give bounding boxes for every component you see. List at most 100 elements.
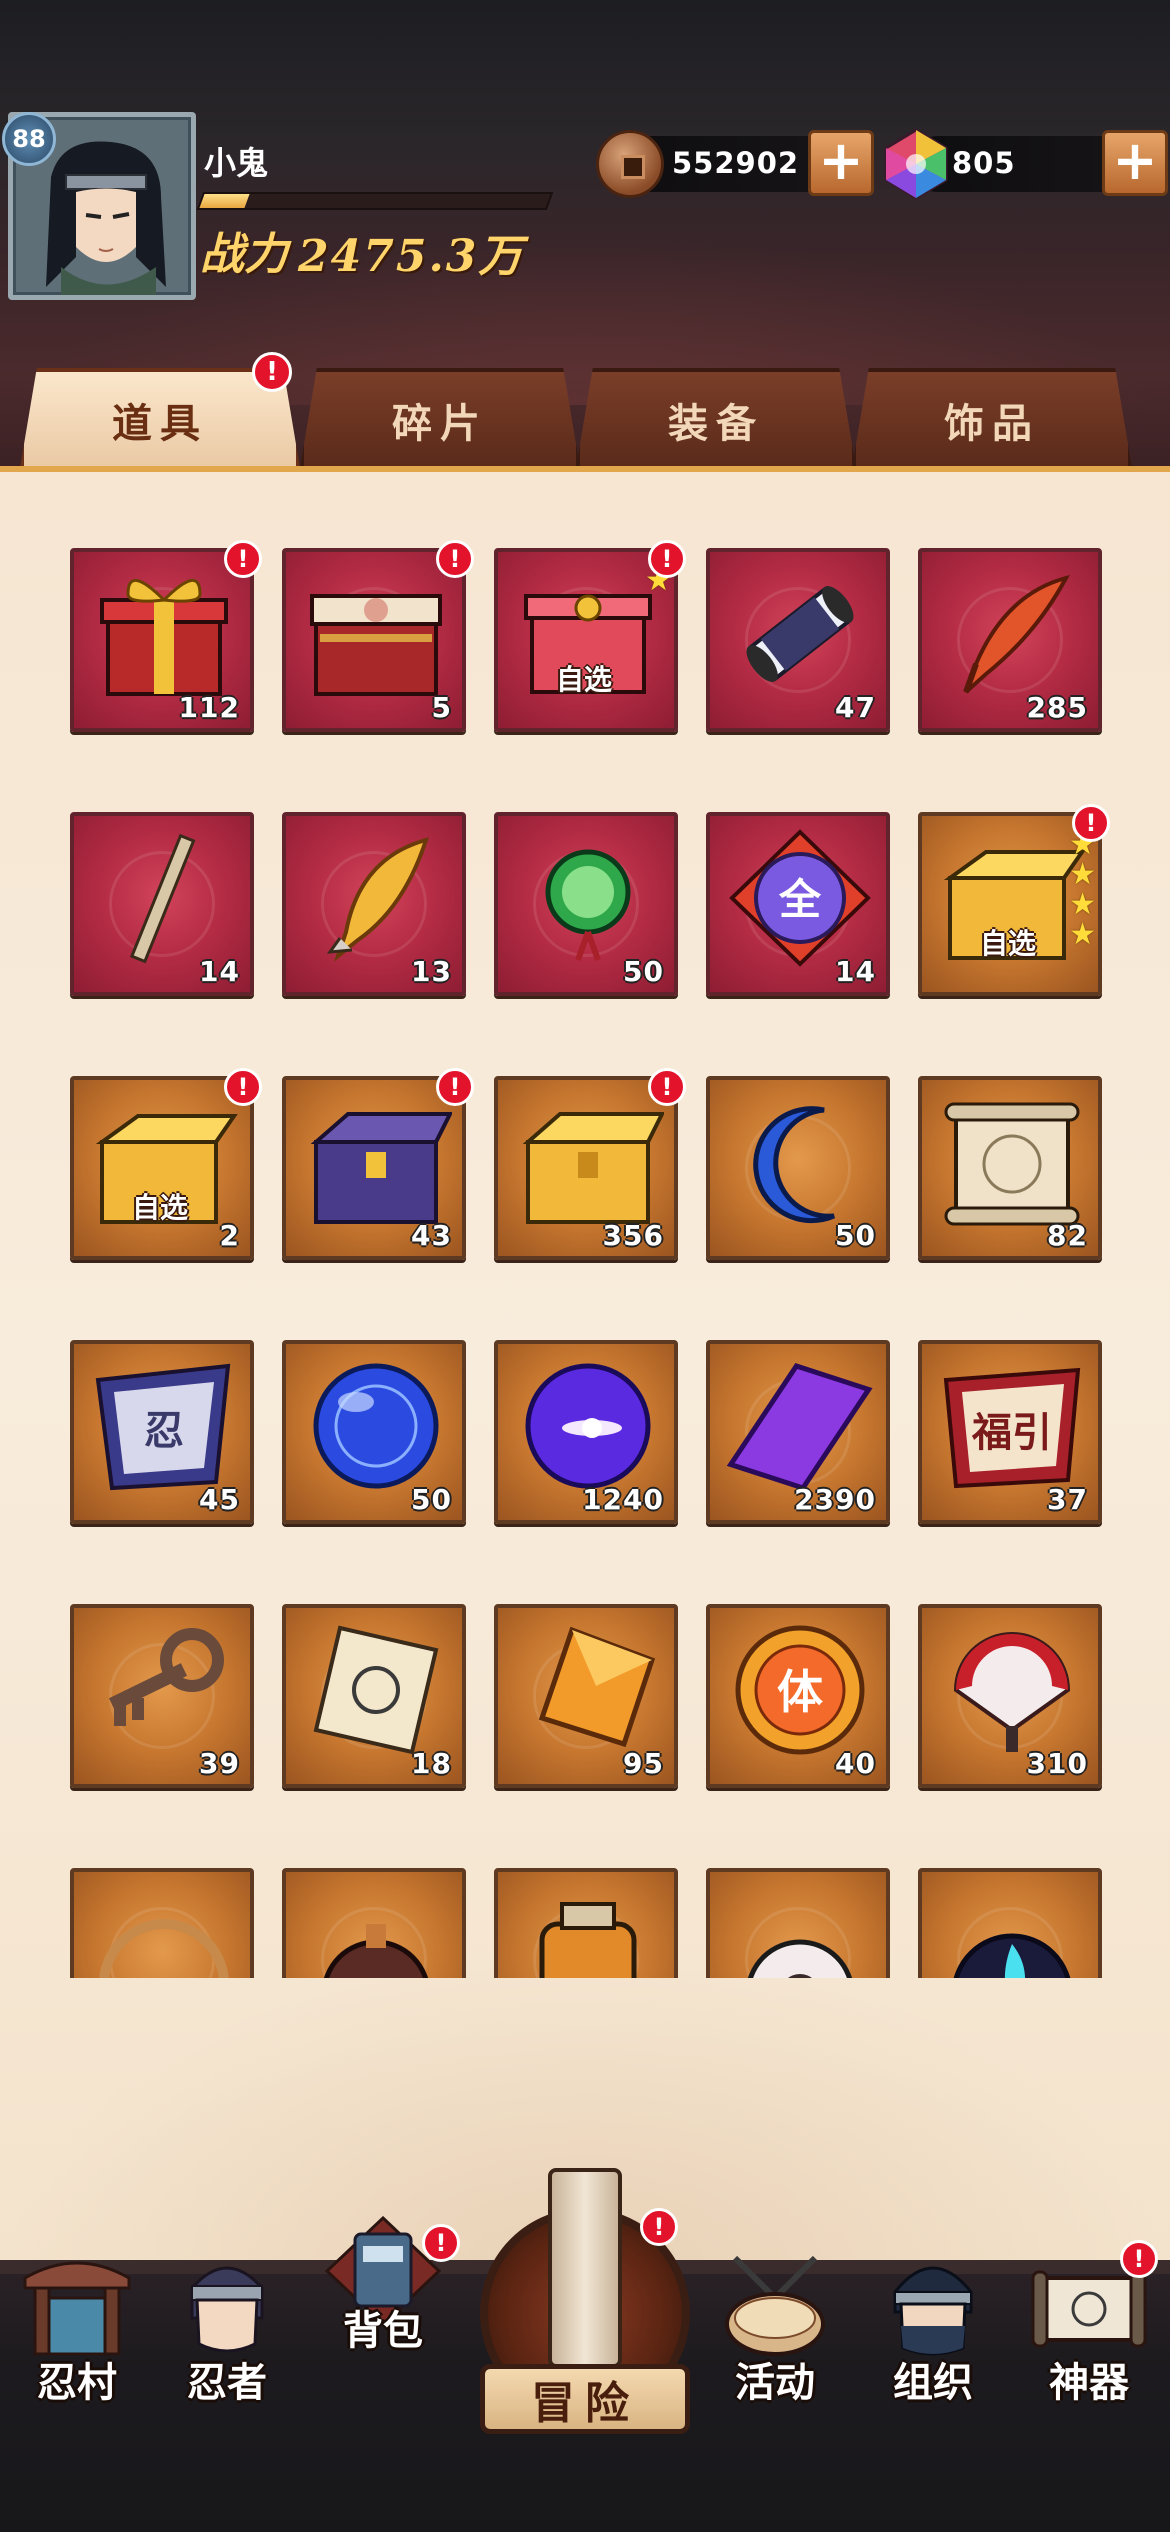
gold-chest-icon <box>522 1112 664 1224</box>
nav-label: 冒险 <box>480 2364 690 2434</box>
selectable-label: 自选 <box>980 927 1037 960</box>
blue-flame-orb-icon <box>953 1933 1071 1978</box>
nav-activity[interactable]: 活动 <box>700 2248 850 2408</box>
drum-icon <box>725 2255 825 2356</box>
inventory-item[interactable] <box>706 1868 890 1978</box>
red-feather-icon <box>963 574 1070 694</box>
tab-fragments[interactable]: 碎片 <box>300 368 580 468</box>
rope-icon <box>99 1919 229 1978</box>
item-alert-badge: ! <box>648 1068 686 1106</box>
inventory-item[interactable]: 285 <box>918 548 1102 732</box>
item-count: 47 <box>835 691 876 724</box>
copper-coin-icon <box>596 130 664 198</box>
inventory-item[interactable] <box>282 1868 466 1978</box>
item-alert-badge: ! <box>436 1068 474 1106</box>
adventure-scroll-icon <box>548 2168 622 2368</box>
inventory-item[interactable]: 39 <box>70 1604 254 1788</box>
add-coins-button[interactable]: + <box>808 130 874 196</box>
inventory-item[interactable] <box>494 1868 678 1978</box>
seal-paper-icon <box>313 1625 439 1755</box>
inventory-item[interactable]: 112! <box>70 540 262 732</box>
inventory-grid: 112! 5! 自选 ★! 47 285 14 13 50 全 14 自选 ★ ★ ★ ★! 自选 2! 43! 35… <box>0 466 1170 1978</box>
ninja-portrait-icon <box>46 141 166 295</box>
item-count: 13 <box>411 955 452 988</box>
item-alert-badge: ! <box>436 540 474 578</box>
item-count: 40 <box>835 1747 876 1780</box>
inventory-item[interactable]: 忍 45 <box>70 1340 254 1524</box>
inventory-item[interactable]: 自选 2! <box>70 1068 262 1260</box>
rainbow-gem-icon <box>884 128 948 200</box>
purple-chest-icon <box>310 1112 452 1224</box>
nav-artifact-alert-badge: ! <box>1120 2240 1158 2278</box>
svg-text:全: 全 <box>778 875 822 924</box>
all-orb-icon: 全 <box>729 829 871 967</box>
item-count: 82 <box>1047 1219 1088 1252</box>
inventory-item[interactable]: 2390 <box>706 1340 890 1524</box>
inventory-item[interactable]: 福引 37 <box>918 1340 1102 1524</box>
war-fan-icon <box>953 1632 1071 1752</box>
inventory-item[interactable]: 43! <box>282 1068 474 1260</box>
star-icon: ★ <box>1069 887 1096 922</box>
item-count: 45 <box>199 1483 240 1516</box>
item-alert-badge: ! <box>1072 804 1110 842</box>
stamina-medal-icon: 体 <box>735 1625 865 1755</box>
gem-amount: 805 <box>952 146 1016 180</box>
inventory-item[interactable] <box>70 1868 254 1978</box>
power-value: 2475.3万 <box>298 231 525 282</box>
inventory-item[interactable]: 18 <box>282 1604 466 1788</box>
inventory-item[interactable]: 1240 <box>494 1340 678 1524</box>
purple-crystal-icon <box>726 1362 873 1491</box>
tab-accessories[interactable]: 饰品 <box>852 368 1132 468</box>
tab-label: 道具 <box>112 400 208 447</box>
power-label: 战力 <box>200 229 288 280</box>
item-count: 95 <box>623 1747 664 1780</box>
inventory-item[interactable]: 5! <box>282 540 474 732</box>
star-icon: ★ <box>1069 917 1096 952</box>
inventory-item[interactable]: 50 <box>706 1076 890 1260</box>
inventory-item[interactable] <box>918 1868 1102 1978</box>
inventory-item[interactable]: 全 14 <box>706 812 890 996</box>
star-icon: ★ <box>1069 857 1096 892</box>
inventory-item[interactable]: 自选 ★ ★ ★ ★! <box>918 804 1110 996</box>
purple-banner-icon: 忍 <box>95 1363 231 1491</box>
item-count: 14 <box>199 955 240 988</box>
svg-text:忍: 忍 <box>144 1408 184 1454</box>
inventory-item[interactable]: 14 <box>70 812 254 996</box>
inventory-item[interactable]: 356! <box>494 1068 686 1260</box>
amber-gem-icon <box>538 1626 656 1748</box>
inventory-item[interactable]: 95 <box>494 1604 678 1788</box>
tab-equipment[interactable]: 装备 <box>576 368 856 468</box>
item-count: 285 <box>1026 691 1088 724</box>
purple-orb-icon <box>525 1363 651 1489</box>
gold-feather-icon <box>326 837 430 962</box>
rarity-stars: ★ ★ ★ ★ <box>1069 830 1096 950</box>
nav-ninja[interactable]: 忍者 <box>152 2248 302 2408</box>
lantern-jar-icon <box>539 1902 637 1978</box>
coin-amount: 552902 <box>672 146 800 180</box>
inventory-item[interactable]: 50 <box>494 812 678 996</box>
inventory-item[interactable]: 50 <box>282 1340 466 1524</box>
inventory-item[interactable]: 自选 ★! <box>494 540 686 732</box>
add-gems-button[interactable]: + <box>1102 130 1168 196</box>
svg-text:福引: 福引 <box>971 1410 1052 1456</box>
stick-icon <box>129 833 196 964</box>
item-count: 43 <box>411 1219 452 1252</box>
tab-label: 装备 <box>668 400 764 447</box>
shuriken-bag-icon <box>747 1939 853 1978</box>
item-count: 50 <box>411 1483 452 1516</box>
level-badge: 88 <box>2 112 56 166</box>
exp-bar <box>196 192 554 210</box>
inventory-item[interactable]: 体 40 <box>706 1604 890 1788</box>
nav-village[interactable]: 忍村 <box>2 2248 152 2408</box>
nav-label: 组织 <box>893 2359 973 2406</box>
inventory-item[interactable]: 47 <box>706 548 890 732</box>
nav-label: 神器 <box>1049 2359 1129 2406</box>
map-scroll-icon <box>944 1102 1080 1226</box>
selectable-label: 自选 <box>132 1191 189 1224</box>
inventory-item[interactable]: 82 <box>918 1076 1102 1260</box>
inventory-item[interactable]: 13 <box>282 812 466 996</box>
nav-backpack-alert-badge: ! <box>422 2224 460 2262</box>
nav-organization[interactable]: 组织 <box>858 2248 1008 2408</box>
inventory-item[interactable]: 310 <box>918 1604 1102 1788</box>
item-count: 50 <box>623 955 664 988</box>
